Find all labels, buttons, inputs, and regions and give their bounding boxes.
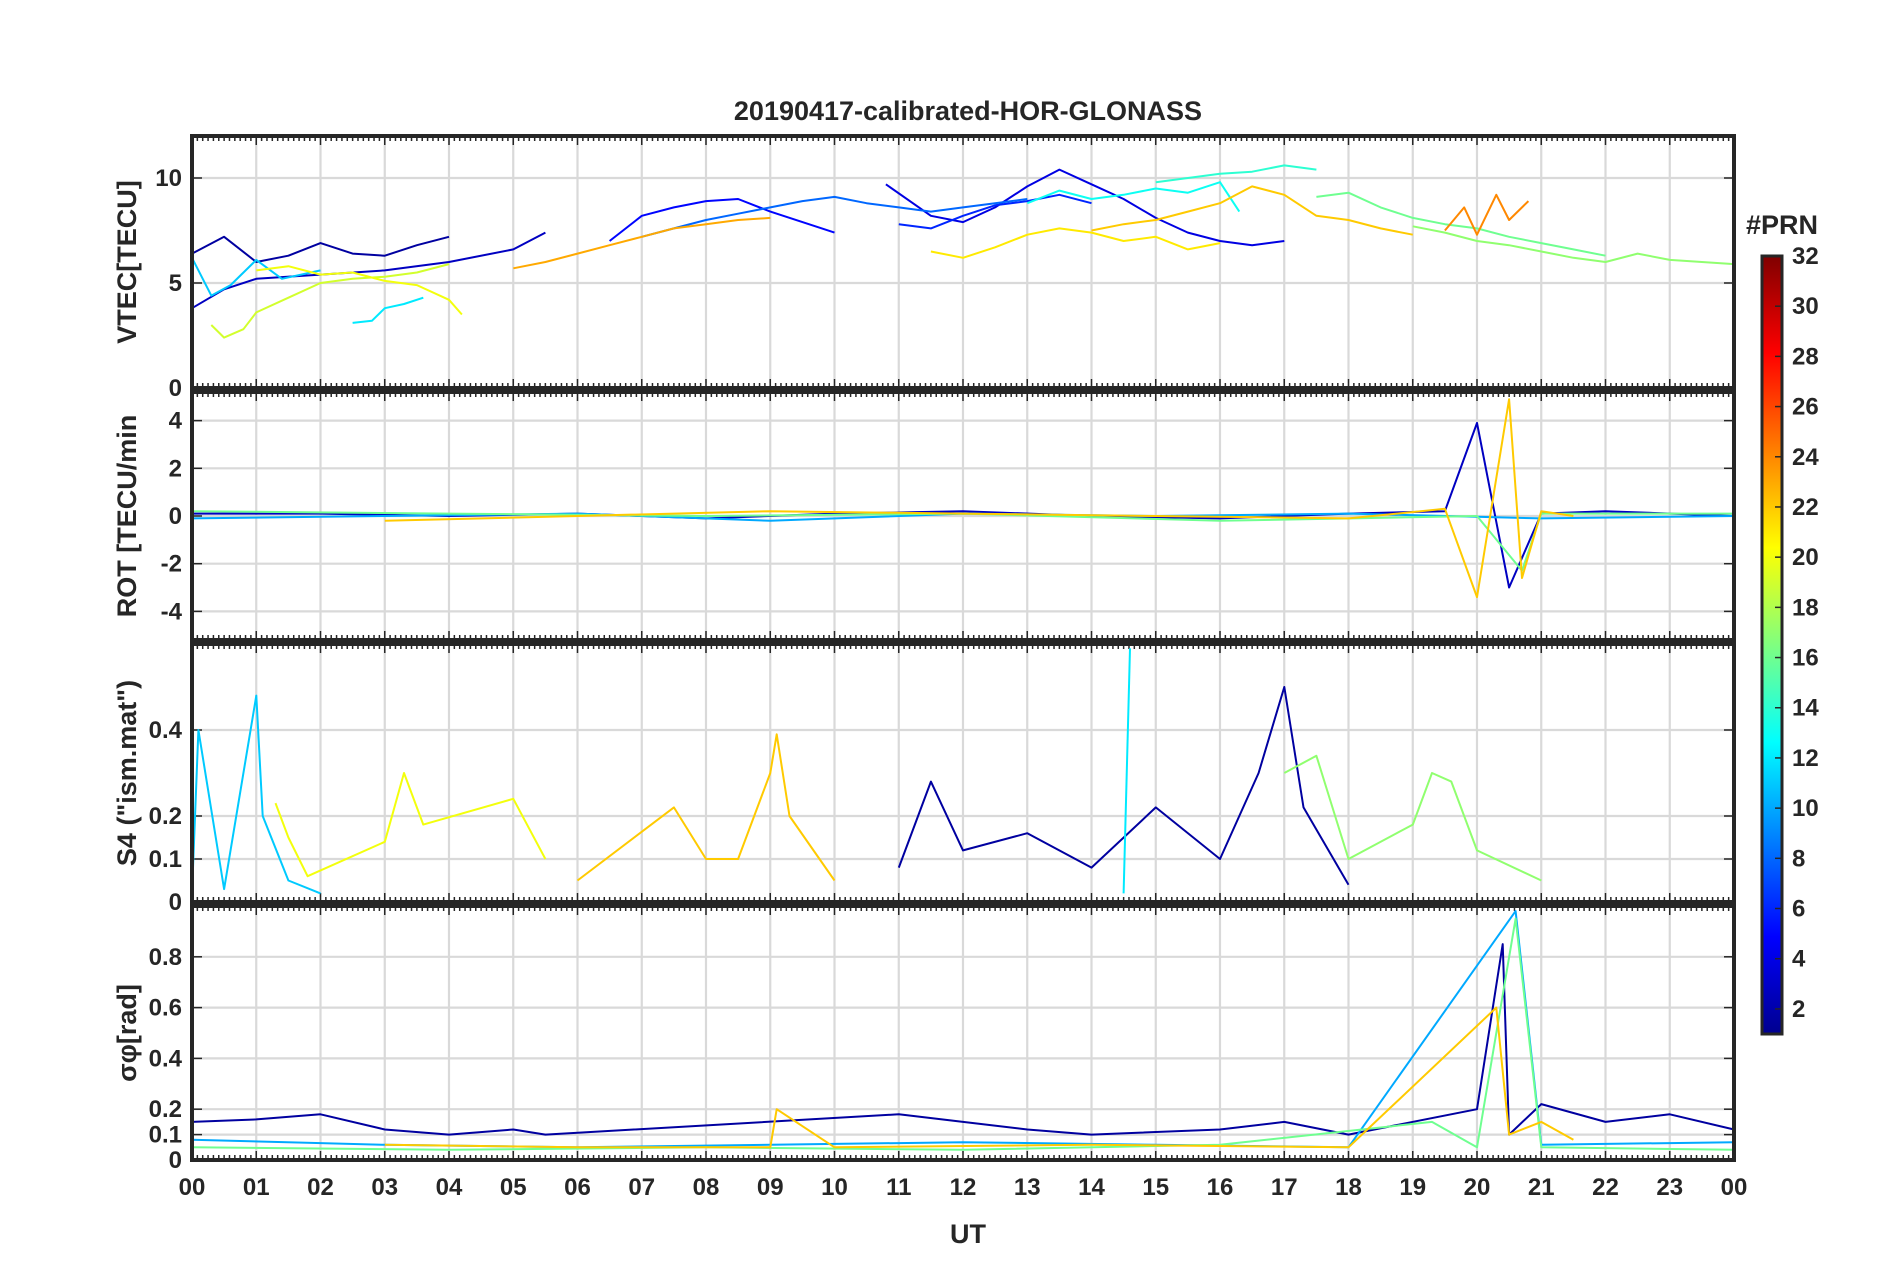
x-tick-label: 17 [1271,1174,1298,1201]
panel-2: -4 -2 0 2 4 ROT [TECU/min [112,390,1736,642]
colorbar-tick-label: 4 [1792,946,1806,973]
colorbar-tick-label: 8 [1792,845,1805,872]
y-tick-label: 0.4 [149,1045,183,1072]
series-prn-17 [1412,225,1735,266]
y-tick-label: 0.1 [149,846,182,873]
y-tick-label: 2 [169,455,182,482]
x-tick-label: 03 [371,1174,398,1201]
x-axis-label: UT [950,1219,986,1249]
series-prn-4 [885,168,1285,247]
series-prn-20 [274,772,547,878]
y-tick-label: 10 [155,165,182,192]
x-tick-label: 13 [1014,1174,1041,1201]
y-axis-label: σφ[rad] [112,984,142,1082]
x-tick-label: 04 [436,1174,463,1201]
y-tick-label: -4 [161,598,183,625]
series-prn-16 [1316,191,1606,257]
colorbar-tick-label: 18 [1792,594,1819,621]
colorbar-tick-label: 10 [1792,795,1819,822]
x-tick-label: 14 [1078,1174,1105,1201]
y-axis-label: VTEC[TECU] [112,180,142,344]
x-tick-label: 05 [500,1174,527,1201]
y-tick-label: 0.1 [149,1122,182,1149]
y-tick-label: 0.4 [149,717,183,744]
y-tick-label: 0.8 [149,944,182,971]
series-prn-22 [384,398,1574,599]
x-axis-tick-labels: 00 01 02 03 04 05 06 07 08 09 10 11 12 13 14 15 16 17 18 19… [179,1174,1748,1201]
y-tick-label: 0.2 [149,1096,182,1123]
y-axis-label: ROT [TECU/min [112,415,142,618]
panel-4: 00.10.2 0.4 0.6 0.8 σφ[rad] [112,904,1736,1174]
y-axis-label: S4 ("ism.mat") [112,680,142,866]
x-tick-label: 00 [179,1174,206,1201]
x-tick-label: 21 [1528,1174,1555,1201]
y-tick-label: 0 [169,375,182,402]
x-tick-label: 08 [693,1174,720,1201]
y-tick-label: 4 [169,408,183,435]
y-tick-label: 0.6 [149,995,182,1022]
x-tick-label: 23 [1656,1174,1683,1201]
x-tick-label: 11 [886,1174,911,1201]
colorbar-tick-label: 32 [1792,243,1819,270]
series-prn-14 [1155,164,1317,184]
panel-1-grid [190,136,1736,390]
colorbar-tick-label: 26 [1792,394,1819,421]
x-tick-label: 18 [1335,1174,1362,1201]
colorbar-tick-label: 16 [1792,645,1819,672]
x-tick-label: 20 [1464,1174,1491,1201]
x-tick-label: 02 [307,1174,334,1201]
x-tick-label: 12 [950,1174,977,1201]
panel-3: 0 0.1 0.2 0.4 S4 ("ism.mat") [112,642,1736,916]
colorbar-tick-label: 24 [1792,444,1819,471]
plot-panels: 0510VTEC[TECU]-4-2024ROT [TECU/min00.10.… [112,134,1736,1174]
series-prn-24 [1444,193,1530,236]
x-tick-label: 06 [564,1174,591,1201]
y-tick-label: 5 [169,270,182,297]
y-tick-label: 0 [169,889,182,916]
x-tick-label: 10 [821,1174,848,1201]
series-prn-12 [1122,648,1131,894]
colorbar-label: #PRN [1746,210,1818,240]
x-tick-label: 19 [1399,1174,1426,1201]
colorbar-tick-label: 20 [1792,544,1819,571]
series-prn-5 [608,198,835,242]
series-prn-12 [352,296,424,324]
series-prn-21 [930,227,1221,259]
colorbar-tick-label: 22 [1792,494,1819,521]
colorbar-tick-label: 28 [1792,343,1819,370]
colorbar-tick-label: 30 [1792,293,1819,320]
series-prn-20 [256,265,463,316]
chart-title: 20190417-calibrated-HOR-GLONASS [734,96,1202,126]
panel-3-series [191,648,1542,895]
x-tick-label: 07 [628,1174,655,1201]
x-tick-label: 22 [1592,1174,1619,1201]
colorbar-tick-label: 6 [1792,896,1805,923]
x-tick-label: 16 [1207,1174,1234,1201]
colorbar-tick-label: 14 [1792,695,1819,722]
y-tick-label: 0 [169,503,182,530]
x-tick-label: 09 [757,1174,784,1201]
y-tick-label: 0 [169,1147,182,1174]
chart-figure: 20190417-calibrated-HOR-GLONASS 0510VTEC… [112,96,1819,1249]
x-tick-label: 15 [1142,1174,1169,1201]
x-tick-label: 01 [243,1174,270,1201]
colorbar-gradient [1760,254,1784,1036]
series-prn-22 [1091,185,1413,236]
y-tick-label: 0.2 [149,803,182,830]
x-tick-label: 00 [1721,1174,1748,1201]
colorbar-tick-label: 2 [1792,996,1805,1023]
panel-1: 0 5 10 VTEC[TECU] [112,134,1736,402]
prn-colorbar: #PRN 2468101214161820222426283032 [1746,210,1819,1036]
y-tick-label: -2 [161,551,182,578]
colorbar-tick-label: 12 [1792,745,1819,772]
